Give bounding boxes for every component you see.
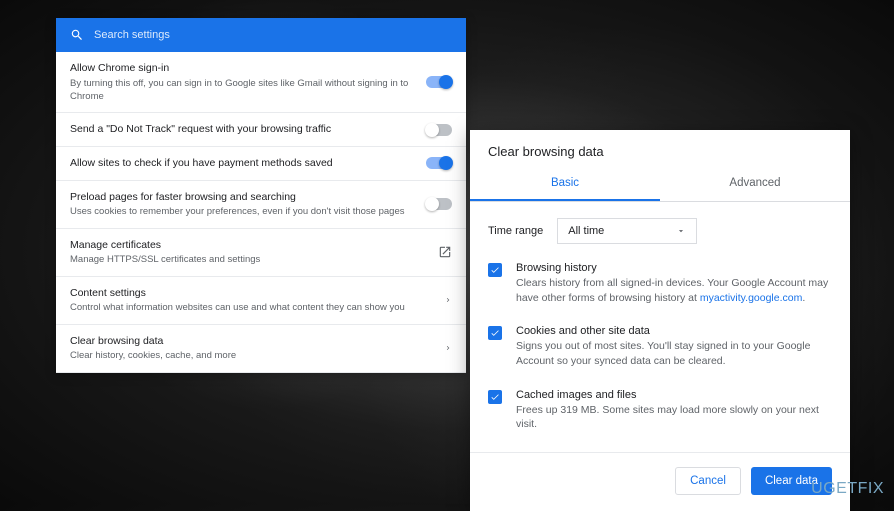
toggle-chrome-signin[interactable] [426,76,452,88]
time-range-dropdown[interactable]: All time [557,218,697,244]
row-title: Clear browsing data [70,334,236,349]
row-title: Allow Chrome sign-in [70,61,414,76]
checkbox-cookies[interactable] [488,326,502,340]
chevron-down-icon [676,226,686,236]
settings-row-chrome-signin[interactable]: Allow Chrome sign-in By turning this off… [56,52,466,113]
row-desc: Clear history, cookies, cache, and more [70,349,236,362]
check-item-cache: Cached images and files Frees up 319 MB.… [470,379,850,442]
settings-row-certificates[interactable]: Manage certificates Manage HTTPS/SSL cer… [56,229,466,277]
check-title: Cached images and files [516,389,832,401]
myactivity-link[interactable]: myactivity.google.com [700,292,803,304]
check-title: Browsing history [516,262,832,274]
check-icon [490,328,500,338]
settings-panel: Allow Chrome sign-in By turning this off… [56,18,466,373]
toggle-preload[interactable] [426,198,452,210]
settings-row-content[interactable]: Content settings Control what informatio… [56,277,466,325]
checkbox-cache[interactable] [488,390,502,404]
row-title: Content settings [70,286,405,301]
check-title: Cookies and other site data [516,325,832,337]
check-desc: Frees up 319 MB. Some sites may load mor… [516,403,832,432]
toggle-payment[interactable] [426,157,452,169]
settings-row-payment[interactable]: Allow sites to check if you have payment… [56,147,466,181]
dropdown-value: All time [568,225,604,237]
dialog-tabs: Basic Advanced [470,167,850,202]
check-desc: Clears history from all signed-in device… [516,276,832,305]
row-desc: By turning this off, you can sign in to … [70,77,414,104]
search-bar[interactable] [56,18,466,52]
cancel-button[interactable]: Cancel [675,467,741,495]
dialog-title: Clear browsing data [470,130,850,167]
time-range-label: Time range [488,225,543,237]
tab-advanced[interactable]: Advanced [660,167,850,201]
search-icon [70,28,84,42]
settings-row-dnt[interactable]: Send a "Do Not Track" request with your … [56,113,466,147]
checkbox-history[interactable] [488,263,502,277]
row-desc: Control what information websites can us… [70,301,405,314]
check-desc: Signs you out of most sites. You'll stay… [516,339,832,368]
chevron-right-icon [444,296,452,304]
chevron-right-icon [444,344,452,352]
dialog-actions: Cancel Clear data [470,452,850,511]
tab-basic[interactable]: Basic [470,167,660,201]
toggle-dnt[interactable] [426,124,452,136]
clear-data-dialog: Clear browsing data Basic Advanced Time … [470,130,850,511]
row-desc: Manage HTTPS/SSL certificates and settin… [70,253,260,266]
row-desc: Uses cookies to remember your preference… [70,205,404,218]
row-title: Manage certificates [70,238,260,253]
settings-row-clear-data[interactable]: Clear browsing data Clear history, cooki… [56,325,466,373]
settings-row-preload[interactable]: Preload pages for faster browsing and se… [56,181,466,229]
time-range-row: Time range All time [470,202,850,252]
external-link-icon [438,245,452,259]
row-title: Send a "Do Not Track" request with your … [70,122,331,137]
watermark: UGETFIX [811,480,884,498]
row-title: Allow sites to check if you have payment… [70,156,333,171]
check-item-history: Browsing history Clears history from all… [470,252,850,315]
check-icon [490,392,500,402]
row-title: Preload pages for faster browsing and se… [70,190,404,205]
check-icon [490,265,500,275]
check-item-cookies: Cookies and other site data Signs you ou… [470,315,850,378]
search-input[interactable] [94,29,452,41]
